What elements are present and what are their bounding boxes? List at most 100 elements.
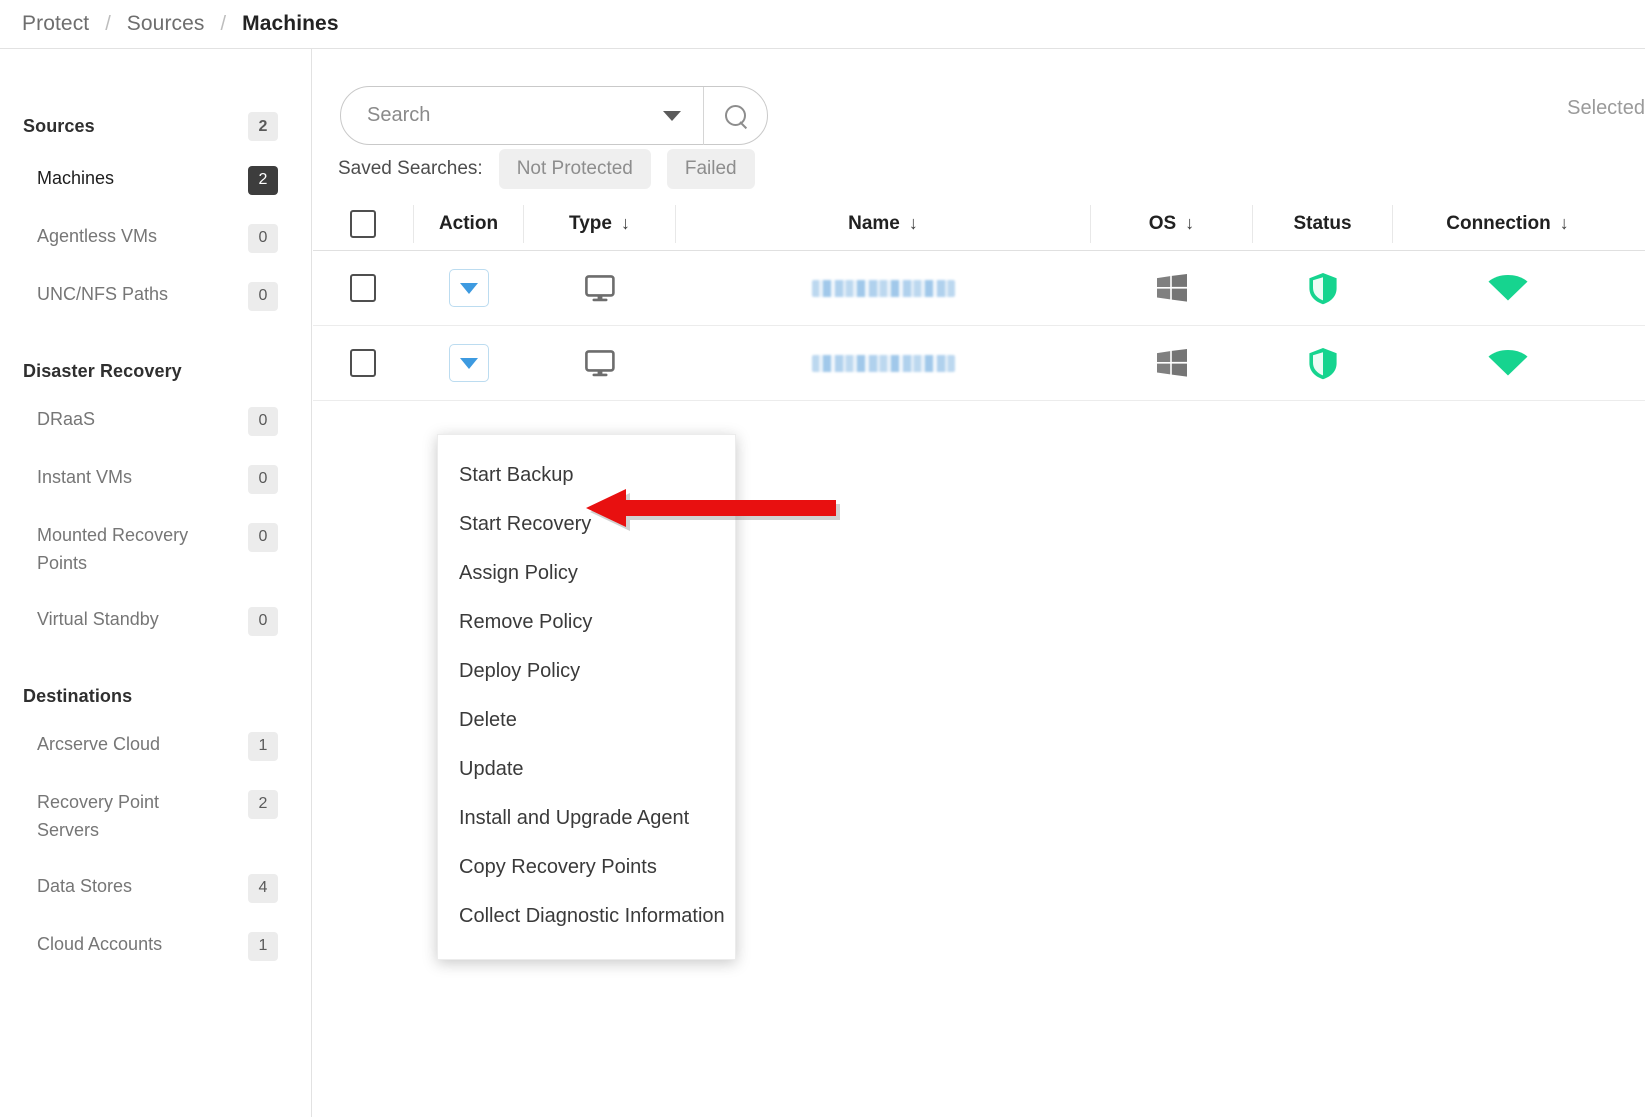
menu-item-update[interactable]: Update (438, 745, 735, 794)
sidebar-item-draas[interactable]: DRaaS 0 (0, 392, 311, 450)
chevron-down-icon[interactable] (663, 110, 681, 121)
breadcrumb-item-protect[interactable]: Protect (22, 12, 89, 36)
sidebar-item-badge: 4 (248, 873, 278, 903)
search-icon (724, 104, 747, 127)
column-header-os[interactable]: OS ↓ (1090, 204, 1252, 243)
row-action-cell (413, 344, 523, 382)
sidebar-item-badge: 0 (248, 224, 278, 253)
sidebar-item-virtual-standby[interactable]: Virtual Standby 0 (0, 592, 311, 650)
sidebar-item-unc-nfs-paths[interactable]: UNC/NFS Paths 0 (0, 267, 311, 325)
sidebar-item-badge: 2 (248, 166, 278, 195)
sort-desc-icon: ↓ (908, 213, 918, 233)
sort-desc-icon: ↓ (1185, 213, 1195, 233)
column-label: Type (569, 212, 612, 234)
row-status-cell (1252, 272, 1392, 305)
breadcrumb-item-sources[interactable]: Sources (127, 12, 205, 36)
column-header-status[interactable]: Status (1252, 204, 1392, 243)
row-type-cell (523, 274, 675, 302)
sidebar-item-label: Cloud Accounts (37, 933, 163, 954)
sidebar-group-divider (0, 650, 311, 686)
menu-item-assign-policy[interactable]: Assign Policy (438, 549, 735, 598)
page-root: Protect / Sources / Machines Sources 2 M… (0, 0, 1645, 1117)
menu-item-install-and-upgrade-agent[interactable]: Install and Upgrade Agent (438, 794, 735, 843)
sidebar-item-agentless-vms[interactable]: Agentless VMs 0 (0, 209, 311, 267)
monitor-icon (584, 274, 615, 301)
sidebar-item-cloud-accounts[interactable]: Cloud Accounts 1 (0, 917, 311, 975)
menu-item-copy-recovery-points[interactable]: Copy Recovery Points (438, 843, 735, 892)
breadcrumb-item-machines[interactable]: Machines (242, 12, 339, 36)
sidebar-group-destinations: Destinations (23, 685, 133, 706)
sidebar-group-label: Sources (23, 115, 95, 136)
menu-item-deploy-policy[interactable]: Deploy Policy (438, 647, 735, 696)
wifi-connected-icon (1488, 275, 1527, 301)
monitor-icon (584, 349, 615, 376)
column-header-type[interactable]: Type ↓ (523, 204, 675, 243)
sort-desc-icon: ↓ (620, 213, 630, 233)
row-action-cell (413, 269, 523, 307)
sidebar-item-badge: 0 (248, 282, 278, 311)
sidebar-item-recovery-point-servers[interactable]: Recovery Point Servers 2 (0, 775, 311, 859)
column-label: Name (848, 212, 900, 234)
sidebar-item-badge: 2 (248, 789, 278, 819)
row-type-cell (523, 349, 675, 377)
sidebar-item-badge: 1 (248, 931, 278, 961)
column-header-name[interactable]: Name ↓ (675, 204, 1090, 243)
toolbar: Selected Saved Searches: Not Protected F… (313, 49, 1645, 189)
table-row (313, 251, 1645, 326)
saved-searches-label: Saved Searches: (338, 158, 483, 179)
sidebar-item-label: Arcserve Cloud (37, 733, 161, 754)
column-header-connection[interactable]: Connection ↓ (1392, 204, 1622, 243)
row-name-cell[interactable] (675, 354, 1090, 372)
column-label: Connection (1446, 212, 1551, 234)
row-checkbox[interactable] (350, 349, 376, 377)
sort-desc-icon: ↓ (1559, 213, 1569, 233)
column-label: Action (438, 212, 499, 234)
table-header-row: Action Type ↓ Name ↓ OS ↓ Status Connect… (313, 197, 1645, 251)
menu-item-delete[interactable]: Delete (438, 696, 735, 745)
caret-down-icon (459, 282, 478, 294)
row-checkbox[interactable] (350, 274, 376, 302)
selected-count-label: Selected (1567, 97, 1645, 119)
row-action-dropdown-button[interactable] (448, 269, 489, 307)
breadcrumb-separator: / (220, 12, 227, 35)
windows-icon (1156, 349, 1187, 377)
sidebar-item-label: Virtual Standby (37, 608, 159, 629)
breadcrumb: Protect / Sources / Machines (0, 0, 1645, 49)
menu-item-start-backup[interactable]: Start Backup (438, 451, 735, 500)
machine-name-redacted (811, 279, 955, 297)
sidebar-item-arcserve-cloud[interactable]: Arcserve Cloud 1 (0, 717, 311, 775)
sidebar-item-label: Instant VMs (37, 467, 133, 487)
machine-name-redacted (811, 354, 955, 372)
sidebar-item-mounted-recovery-points[interactable]: Mounted Recovery Points 0 (0, 508, 311, 592)
sidebar-item-badge: 0 (248, 523, 278, 552)
sidebar-item-data-stores[interactable]: Data Stores 4 (0, 859, 311, 917)
sidebar-item-machines[interactable]: Machines 2 (0, 151, 311, 209)
row-select-cell (313, 274, 413, 302)
shield-protected-icon (1308, 347, 1337, 379)
row-name-cell[interactable] (675, 279, 1090, 297)
menu-item-remove-policy[interactable]: Remove Policy (438, 598, 735, 647)
search-button[interactable] (704, 87, 767, 144)
row-os-cell (1090, 349, 1252, 377)
menu-item-collect-diagnostic-information[interactable]: Collect Diagnostic Information (438, 892, 735, 941)
saved-search-not-protected[interactable]: Not Protected (498, 149, 651, 189)
sidebar-group-sources: Sources 2 (0, 111, 311, 141)
breadcrumb-separator: / (105, 12, 111, 35)
sidebar-item-badge: 1 (248, 731, 278, 761)
column-header-action[interactable]: Action (413, 204, 523, 243)
search-input[interactable] (341, 104, 663, 127)
sidebar-item-instant-vms[interactable]: Instant VMs 0 (0, 450, 311, 508)
select-all-cell (313, 205, 413, 243)
sidebar-item-label: Agentless VMs (37, 226, 158, 246)
sidebar-item-label: Data Stores (37, 875, 133, 896)
menu-item-start-recovery[interactable]: Start Recovery (438, 500, 735, 549)
sidebar-item-badge: 0 (248, 465, 278, 494)
sidebar-item-badge: 0 (248, 606, 278, 636)
saved-search-failed[interactable]: Failed (666, 149, 755, 189)
sidebar-group-divider (0, 325, 311, 361)
select-all-checkbox[interactable] (350, 209, 376, 238)
sidebar-item-badge: 0 (248, 407, 278, 436)
row-action-dropdown-button[interactable] (448, 344, 489, 382)
row-connection-cell (1392, 274, 1622, 302)
machines-table: Action Type ↓ Name ↓ OS ↓ Status Connect… (313, 197, 1645, 401)
